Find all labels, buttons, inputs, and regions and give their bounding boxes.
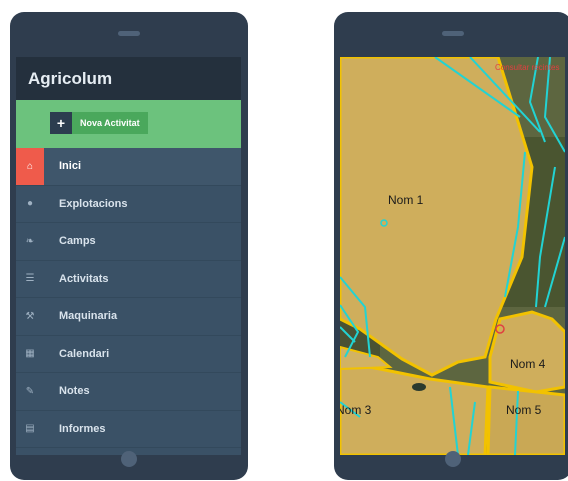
phone-right: Consultar recintes Nom 1 Nom 3 Nom 4 Nom…	[334, 12, 568, 480]
sidebar-item-label: Calendari	[59, 347, 110, 360]
field-label-3: Nom 3	[340, 403, 372, 417]
sidebar-item-label: Maquinaria	[59, 310, 118, 323]
globe-icon: ●	[26, 198, 34, 210]
new-activity-bar: + Nova Activitat	[16, 100, 241, 148]
sidebar-item-activitats[interactable]: ☰ Activitats	[16, 261, 241, 298]
sidebar-item-label: Camps	[59, 235, 96, 248]
map-view[interactable]: Consultar recintes Nom 1 Nom 3 Nom 4 Nom…	[340, 57, 565, 455]
sidebar-item-inici[interactable]: ⌂ Inici	[16, 148, 241, 186]
phone-left: Agricolum + Nova Activitat ⌂ Inici ● Explot…	[10, 12, 248, 480]
field-polygon-4	[488, 310, 565, 394]
list-icon: ☰	[25, 273, 35, 285]
speaker	[442, 31, 464, 36]
sidebar-item-calendari[interactable]: ▦ Calendari	[16, 336, 241, 373]
speaker	[118, 31, 140, 36]
sidebar-item-label: Activitats	[59, 272, 109, 285]
field-label-5: Nom 5	[506, 403, 542, 417]
field-label-1: Nom 1	[388, 193, 424, 207]
home-button[interactable]	[121, 451, 137, 467]
home-button[interactable]	[445, 451, 461, 467]
new-activity-button[interactable]: + Nova Activitat	[50, 112, 148, 134]
sidebar-item-label: Explotacions	[59, 197, 128, 210]
sidebar-item-notes[interactable]: ✎ Notes	[16, 373, 241, 411]
sidebar-item-camps[interactable]: ❧ Camps	[16, 223, 241, 261]
calendar-icon: ▦	[25, 348, 35, 360]
map-overlay-note: Consultar recintes	[495, 63, 560, 72]
sidebar-item-label: Informes	[59, 422, 106, 435]
sidebar-item-explotacions[interactable]: ● Explotacions	[16, 186, 241, 223]
field-polygon-5	[486, 385, 565, 455]
book-icon: ▤	[25, 423, 35, 435]
leaf-icon: ❧	[25, 235, 35, 247]
map-canvas[interactable]	[340, 57, 565, 455]
plus-icon: +	[50, 112, 72, 134]
sidebar-item-label: Inici	[59, 160, 82, 173]
sidebar-item-informes[interactable]: ▤ Informes	[16, 411, 241, 448]
new-activity-label: Nova Activitat	[72, 112, 148, 134]
sidebar-item-label: Notes	[59, 385, 90, 398]
field-label-4: Nom 4	[510, 357, 546, 371]
wrench-icon: ⚒	[25, 310, 35, 322]
pencil-icon: ✎	[25, 385, 35, 397]
app-title: Agricolum	[16, 57, 241, 100]
sidebar-item-maquinaria[interactable]: ⚒ Maquinaria	[16, 298, 241, 336]
menu-list: ⌂ Inici ● Explotacions ❧ Camps ☰ Activitats ⚒ Maq…	[16, 148, 241, 448]
home-icon: ⌂	[16, 148, 44, 185]
pond	[412, 383, 426, 391]
sidebar-menu-screen: Agricolum + Nova Activitat ⌂ Inici ● Explot…	[16, 57, 241, 455]
